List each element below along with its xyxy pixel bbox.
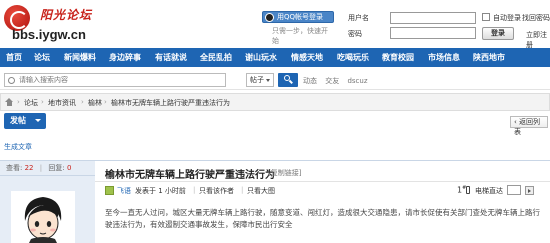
nav-item-photo[interactable]: 全民乱拍 (200, 48, 232, 67)
search-type-label: 帖子 (250, 76, 264, 84)
search-bar: 帖子 动态 交友 dscuz (0, 70, 550, 90)
nav-item-market[interactable]: 市场信息 (428, 48, 460, 67)
replies-label: 回复: (48, 164, 65, 172)
author-level-icon (105, 186, 114, 195)
nav-item-forum[interactable]: 论坛 (34, 48, 50, 67)
generate-article-link[interactable]: 生成文章 (4, 142, 32, 152)
post-title-row: 榆林市无牌车辆上路行驶严重违法行为 [复制链接] (95, 160, 550, 182)
forgot-password-link[interactable]: 找回密码 (522, 13, 550, 23)
breadcrumb-item[interactable]: 榆林 (88, 98, 102, 108)
password-label: 密码 (348, 30, 362, 38)
auto-login-label: 自动登录 (493, 14, 521, 22)
main-nav: 首页 论坛 新闻爆料 身边碎事 有话就说 全民乱拍 谢山玩水 情感天地 吃喝玩乐… (0, 48, 550, 67)
nav-item-education[interactable]: 教育校园 (382, 48, 414, 67)
hot-term[interactable]: dscuz (347, 77, 367, 85)
views-count: 22 (24, 164, 34, 172)
search-icon (8, 77, 15, 84)
back-to-list-button[interactable]: ‹ 返回列表 (510, 116, 548, 136)
direct-floor-label: 电梯直达 (475, 187, 503, 195)
avatar[interactable] (11, 191, 75, 243)
post-title: 榆林市无牌车辆上路行驶严重违法行为 (105, 170, 275, 181)
author-sidebar (0, 176, 95, 243)
qq-penguin-icon (265, 13, 274, 22)
post-meta: 飞语 发表于 1 小时前 | 只看该作者 | 只看大图 1# 电梯直达 (95, 184, 550, 198)
hot-search-terms: 动态 交友 dscuz (303, 76, 374, 86)
nav-item-emotion[interactable]: 情感天地 (291, 48, 323, 67)
nav-item-news[interactable]: 新闻爆料 (64, 48, 96, 67)
site-header: 阳光论坛 bbs.iygw.cn 用QQ帐号登录 只需一步，快速开始 用户名 自… (0, 0, 550, 49)
nav-item-talk[interactable]: 有话就说 (155, 48, 187, 67)
search-input[interactable] (19, 74, 219, 86)
auto-login-checkbox[interactable] (482, 13, 490, 21)
login-button[interactable]: 登录 (482, 27, 514, 40)
floor-jump-button[interactable] (525, 186, 534, 195)
new-post-label: 发帖 (10, 116, 26, 125)
large-image-link[interactable]: 只看大图 (247, 186, 275, 196)
qq-login-label: 用QQ帐号登录 (277, 13, 324, 21)
password-input[interactable] (390, 27, 476, 39)
nav-item-home[interactable]: 首页 (6, 48, 22, 67)
nav-item-local[interactable]: 身边碎事 (109, 48, 141, 67)
register-link[interactable]: 立即注册 (526, 30, 550, 50)
login-form: 用户名 自动登录 找回密码 密码 登录 立即注册 (344, 10, 550, 49)
posted-time: 发表于 1 小时前 (135, 187, 186, 195)
username-input[interactable] (390, 12, 476, 24)
search-button[interactable] (278, 73, 298, 87)
logo-brand-text: 阳光论坛 (40, 8, 93, 22)
logo-domain-text: bbs.iygw.cn (12, 27, 86, 42)
floor-jump-input[interactable] (507, 185, 521, 195)
breadcrumb-item[interactable]: 地市资讯 (48, 98, 76, 108)
home-icon[interactable] (5, 98, 14, 106)
replies-count: 0 (66, 164, 72, 172)
nav-item-shaanxi[interactable]: 陕西地市 (473, 48, 505, 67)
site-logo[interactable]: 阳光论坛 bbs.iygw.cn (4, 4, 122, 42)
qq-login-box: 用QQ帐号登录 只需一步，快速开始 (262, 11, 334, 45)
breadcrumb-current[interactable]: 榆林市无牌车辆上路行驶严重违法行为 (111, 98, 230, 108)
mobile-icon (466, 186, 470, 194)
post-stats: 查看: 22 | 回复: 0 (0, 160, 95, 176)
nav-item-travel[interactable]: 谢山玩水 (245, 48, 277, 67)
hot-term[interactable]: 交友 (325, 77, 339, 85)
floor-number: 1# (457, 185, 466, 195)
avatar-image (11, 191, 75, 243)
qq-login-button[interactable]: 用QQ帐号登录 (262, 11, 334, 23)
chevron-down-icon (266, 79, 270, 82)
copy-link[interactable]: [复制链接] (268, 168, 301, 178)
qq-login-tip: 只需一步，快速开始 (272, 27, 328, 45)
breadcrumb-item[interactable]: 论坛 (24, 98, 38, 108)
username-label: 用户名 (348, 14, 369, 22)
hot-term[interactable]: 动态 (303, 77, 317, 85)
new-post-button[interactable]: 发帖 (4, 113, 46, 129)
search-field[interactable] (4, 73, 226, 87)
nav-item-food[interactable]: 吃喝玩乐 (337, 48, 369, 67)
views-label: 查看: (6, 164, 23, 172)
chevron-down-icon (35, 119, 41, 122)
breadcrumb: › 论坛 › 地市资讯 › 榆林 › 榆林市无牌车辆上路行驶严重违法行为 (0, 93, 550, 111)
search-type-select[interactable]: 帖子 (246, 73, 274, 87)
only-author-link[interactable]: 只看该作者 (199, 186, 234, 196)
author-name[interactable]: 飞语 (117, 186, 131, 196)
post-content: 至今一直无人过问，城区大量无牌车辆上路行驶，随意变道、闯红灯，造成很大交通隐患，… (105, 208, 540, 229)
